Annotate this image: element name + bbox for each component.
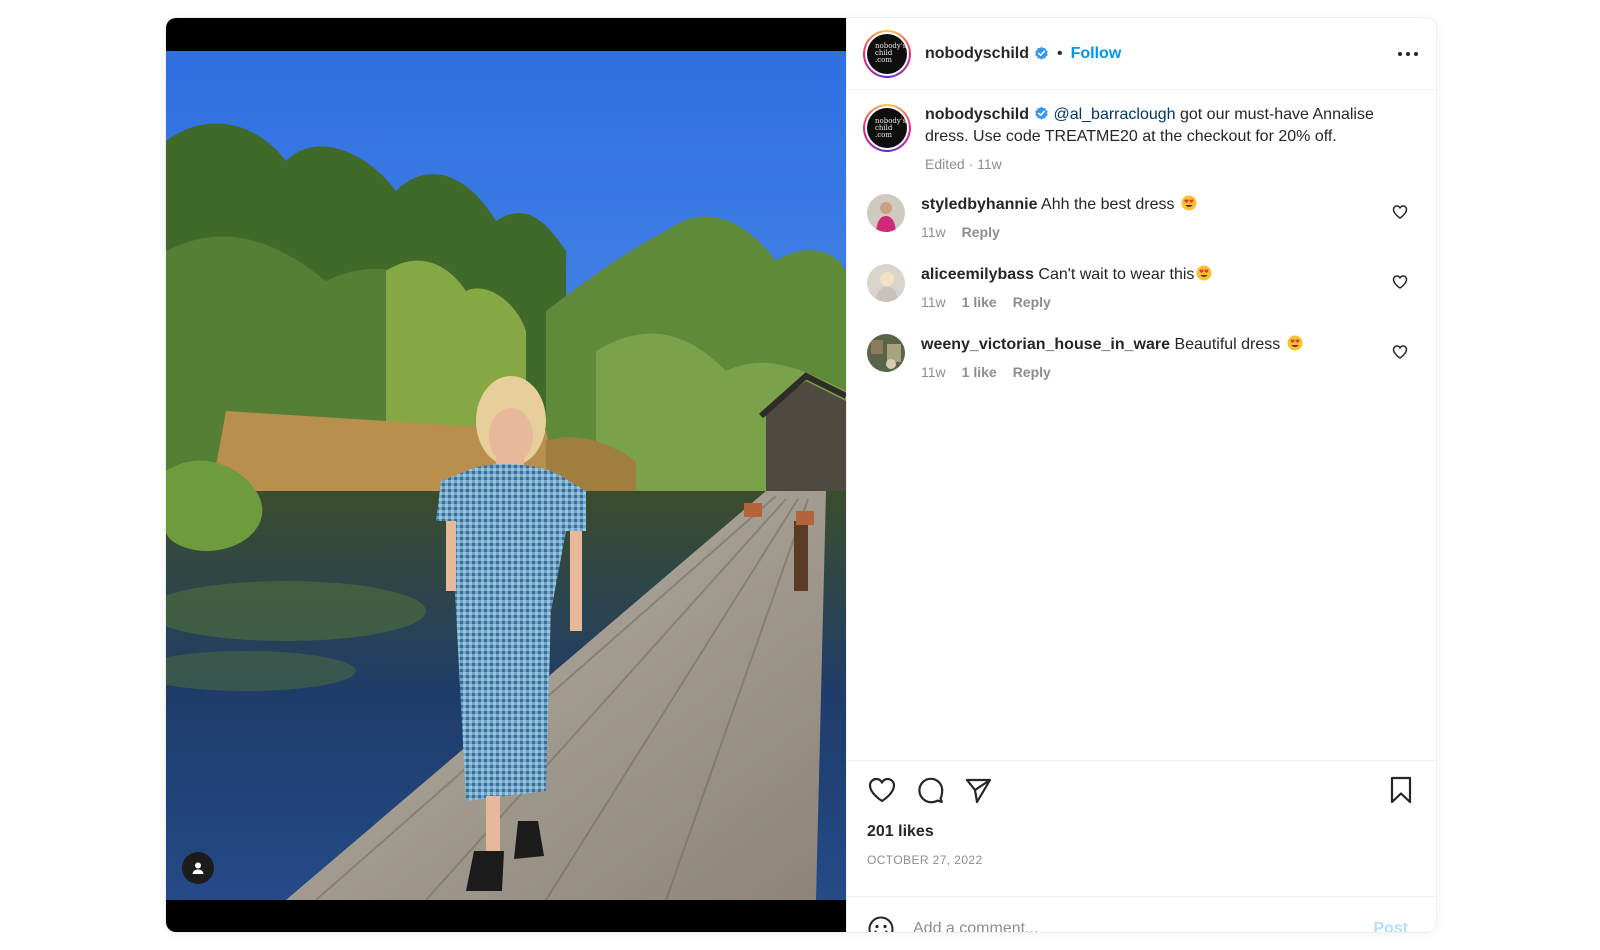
commenter-avatar[interactable] [867,264,905,302]
comment-time: 11w [921,294,946,310]
comment-time: 11w [921,364,946,380]
person-tag-icon[interactable] [182,852,214,884]
post-card: nobody's child .com nobodyschild • Follo… [166,18,1436,932]
post-header: nobody's child .com nobodyschild • Follo… [847,18,1436,90]
caption-edited-time: Edited · 11w [925,156,1002,172]
emoji-picker-icon[interactable] [867,915,895,933]
share-icon[interactable] [963,775,993,805]
header-separator: • [1057,44,1063,62]
comments-list: nobody's child .com nobodyschild @al_bar… [847,90,1436,758]
comment-meta: 11w 1 like Reply [921,364,1380,380]
comment-meta: 11w 1 like Reply [921,294,1380,310]
post-date: OCTOBER 27, 2022 [867,853,983,867]
comment-likes-count[interactable]: 1 like [962,364,997,380]
comment-text: aliceemilybass Can't wait to wear this [921,264,1380,286]
caption-author-avatar[interactable]: nobody's child .com [863,104,911,152]
comment-icon[interactable] [915,775,945,805]
caption-username[interactable]: nobodyschild [925,106,1029,123]
post-caption: nobody's child .com nobodyschild @al_bar… [863,104,1420,172]
heart-eyes-emoji-icon [1196,265,1212,281]
like-comment-heart-icon[interactable] [1392,204,1408,220]
post-photo[interactable] [166,51,846,900]
caption-body: nobodyschild @al_barraclough got our mus… [925,104,1420,172]
post-comment-button[interactable]: Post [1373,920,1408,933]
commenter-avatar[interactable] [867,334,905,372]
comment-username[interactable]: weeny_victorian_house_in_ware [921,336,1170,353]
comment-body: aliceemilybass Can't wait to wear this 1… [921,264,1420,310]
comment-reply-button[interactable]: Reply [1013,364,1051,380]
author-avatar[interactable]: nobody's child .com [863,29,911,78]
comment-item: aliceemilybass Can't wait to wear this 1… [863,264,1420,310]
comment-likes-count[interactable]: 1 like [962,294,997,310]
avatar-logo: nobody's child .com [867,33,907,74]
photo-illustration [166,51,846,900]
comment-item: styledbyhannie Ahh the best dress 11w Re… [863,194,1420,240]
comment-input[interactable] [913,919,1374,932]
post-media [166,18,846,932]
verified-badge-icon [1035,106,1048,120]
comment-message: Can't wait to wear this [1033,266,1195,283]
comment-item: weeny_victorian_house_in_ware Beautiful … [863,334,1420,380]
caption-meta: Edited · 11w [925,156,1380,172]
heart-eyes-emoji-icon [1287,335,1303,351]
comment-reply-button[interactable]: Reply [962,224,1000,240]
comment-body: styledbyhannie Ahh the best dress 11w Re… [921,194,1420,240]
verified-badge-icon [1035,46,1048,60]
avatar-logo: nobody's child .com [867,108,907,148]
comment-time: 11w [921,224,946,240]
heart-icon[interactable] [867,775,897,805]
comment-body: weeny_victorian_house_in_ware Beautiful … [921,334,1420,380]
post-sidebar: nobody's child .com nobodyschild • Follo… [846,18,1436,932]
follow-button[interactable]: Follow [1071,45,1122,63]
heart-eyes-emoji-icon [1181,195,1197,211]
like-comment-heart-icon[interactable] [1392,344,1408,360]
caption-text: nobodyschild @al_barraclough got our mus… [925,104,1380,148]
bookmark-icon[interactable] [1386,775,1416,805]
comment-reply-button[interactable]: Reply [1013,294,1051,310]
comment-text: weeny_victorian_house_in_ware Beautiful … [921,334,1380,356]
commenter-avatar[interactable] [867,194,905,232]
comment-username[interactable]: styledbyhannie [921,196,1037,213]
comment-message: Beautiful dress [1170,336,1285,353]
like-comment-heart-icon[interactable] [1392,274,1408,290]
add-comment-bar: Post [847,896,1436,932]
comment-meta: 11w Reply [921,224,1380,240]
caption-mention-link[interactable]: @al_barraclough [1053,106,1175,123]
comment-message: Ahh the best dress [1037,196,1179,213]
author-username[interactable]: nobodyschild [925,45,1029,63]
comment-username[interactable]: aliceemilybass [921,266,1034,283]
comment-text: styledbyhannie Ahh the best dress [921,194,1380,216]
action-icons [867,775,1416,805]
more-options-icon[interactable] [1396,42,1420,66]
post-actions: 201 likes OCTOBER 27, 2022 [847,760,1436,896]
likes-count[interactable]: 201 likes [867,823,1416,841]
